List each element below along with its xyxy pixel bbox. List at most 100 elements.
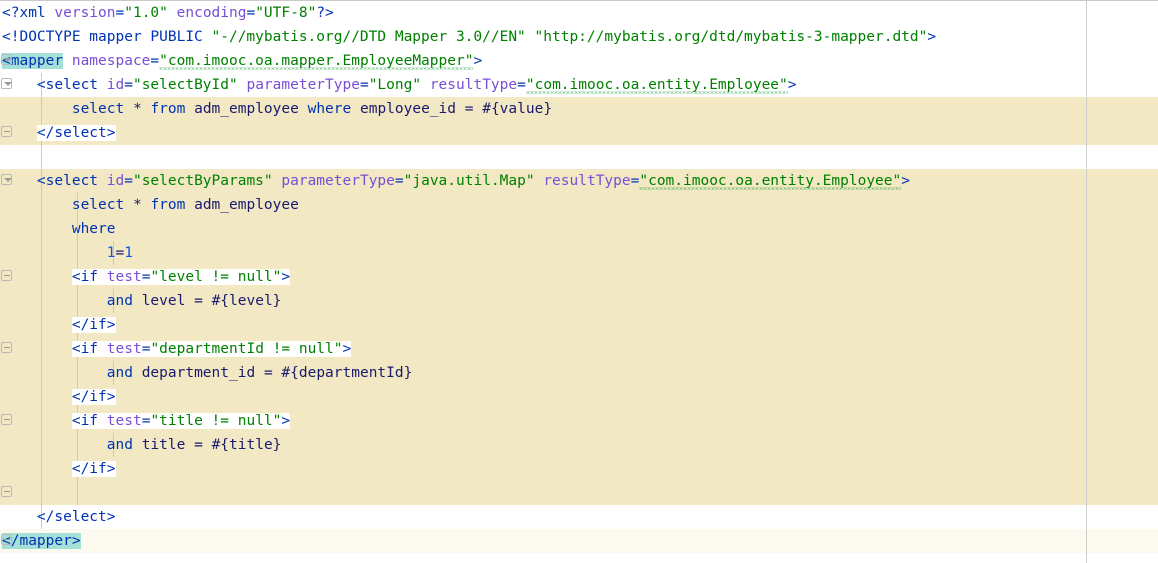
code-line[interactable]: </mapper> <box>2 529 1158 553</box>
code-line[interactable]: </select> <box>2 121 1158 145</box>
code-token: title <box>141 437 186 453</box>
code-line[interactable] <box>2 145 1158 169</box>
code-line[interactable]: select * from adm_employee <box>2 193 1158 217</box>
code-token: = <box>394 173 404 189</box>
fold-marker-expanded[interactable] <box>0 49 16 73</box>
code-line[interactable]: </if> <box>2 385 1158 409</box>
fold-marker-expanded[interactable] <box>0 73 16 97</box>
code-token: "level != null" <box>150 269 282 285</box>
code-token <box>98 341 107 357</box>
code-token: </if> <box>71 461 116 477</box>
code-token: = <box>150 53 160 69</box>
code-token: "title != null" <box>150 413 282 429</box>
code-line[interactable]: <select id="selectById" parameterType="L… <box>2 73 1158 97</box>
code-token: <if <box>71 269 99 285</box>
code-token: </if> <box>71 317 116 333</box>
code-token: "-//mybatis.org//DTD Mapper 3.0//EN" <box>211 29 526 45</box>
code-token: parameterType <box>281 173 395 189</box>
code-token: adm_employee <box>194 197 299 213</box>
code-token: employee_id <box>359 101 457 117</box>
code-line[interactable]: </if> <box>2 457 1158 481</box>
fold-end-icon[interactable] <box>1 534 12 545</box>
code-token: select <box>71 101 125 117</box>
code-token: test <box>106 413 142 429</box>
code-line[interactable]: and department_id = #{departmentId} <box>2 361 1158 385</box>
code-token: test <box>106 269 142 285</box>
fold-end-icon[interactable] <box>1 342 12 353</box>
code-token: resultType <box>543 173 631 189</box>
code-token: <select <box>36 173 99 189</box>
code-line[interactable]: where <box>2 217 1158 241</box>
code-line[interactable]: </if> <box>2 313 1158 337</box>
code-token: </select> <box>36 125 116 141</box>
code-token: id <box>106 77 125 93</box>
code-token: > <box>787 77 797 93</box>
fold-end-icon[interactable] <box>1 270 12 281</box>
code-token: "http://mybatis.org/dtd/mybatis-3-mapper… <box>534 29 928 45</box>
fold-marker-end[interactable] <box>0 265 16 289</box>
code-token: > <box>473 53 483 69</box>
code-line[interactable]: <if test="departmentId != null"> <box>2 337 1158 361</box>
code-token: resultType <box>429 77 518 93</box>
code-token: <?xml <box>2 5 55 21</box>
right-margin-rule <box>1086 0 1087 563</box>
fold-marker-end[interactable] <box>0 409 16 433</box>
code-token: "departmentId != null" <box>150 341 343 357</box>
code-token: <if <box>71 413 99 429</box>
code-token: #{value} <box>482 101 553 117</box>
fold-collapse-icon[interactable] <box>1 54 12 65</box>
code-token: * <box>132 197 142 213</box>
code-line[interactable]: <mapper namespace="com.imooc.oa.mapper.E… <box>2 49 1158 73</box>
code-line[interactable] <box>2 481 1158 505</box>
fold-end-icon[interactable] <box>1 414 12 425</box>
code-line[interactable]: </select> <box>2 505 1158 529</box>
code-token <box>98 269 107 285</box>
fold-marker-end[interactable] <box>0 481 16 505</box>
code-token: "UTF-8" <box>255 5 317 21</box>
code-token: = <box>124 173 133 189</box>
code-line[interactable]: and title = #{title} <box>2 433 1158 457</box>
code-line[interactable]: <select id="selectByParams" parameterTyp… <box>2 169 1158 193</box>
fold-collapse-icon[interactable] <box>1 174 12 185</box>
code-editor-pane[interactable]: <?xml version="1.0" encoding="UTF-8"?> <!… <box>0 0 1158 563</box>
fold-marker-end[interactable] <box>0 337 16 361</box>
code-token: and <box>106 437 133 453</box>
code-line[interactable]: 1=1 <box>2 241 1158 265</box>
fold-collapse-icon[interactable] <box>1 78 12 89</box>
code-token: = <box>124 77 133 93</box>
code-token: 1 <box>124 245 133 261</box>
code-line[interactable]: select * from adm_employee where employe… <box>2 97 1158 121</box>
code-token: = <box>246 5 256 21</box>
code-line[interactable]: <if test="level != null"> <box>2 265 1158 289</box>
fold-end-icon[interactable] <box>1 486 12 497</box>
fold-marker-end[interactable] <box>0 121 16 145</box>
code-line[interactable]: and level = #{level} <box>2 289 1158 313</box>
code-token: > <box>281 413 291 429</box>
code-token: = <box>115 5 125 21</box>
code-token: from <box>150 101 186 117</box>
code-token: > <box>342 341 352 357</box>
code-token: ?> <box>316 5 334 21</box>
fold-end-icon[interactable] <box>1 126 12 137</box>
fold-marker-end[interactable] <box>0 529 16 553</box>
fold-marker-expanded[interactable] <box>0 169 16 193</box>
code-line[interactable]: <if test="title != null"> <box>2 409 1158 433</box>
code-token: #{departmentId} <box>281 365 413 381</box>
code-line[interactable]: <?xml version="1.0" encoding="UTF-8"?> <box>2 1 1158 25</box>
code-line[interactable]: <!DOCTYPE mapper PUBLIC "-//mybatis.org/… <box>2 25 1158 49</box>
